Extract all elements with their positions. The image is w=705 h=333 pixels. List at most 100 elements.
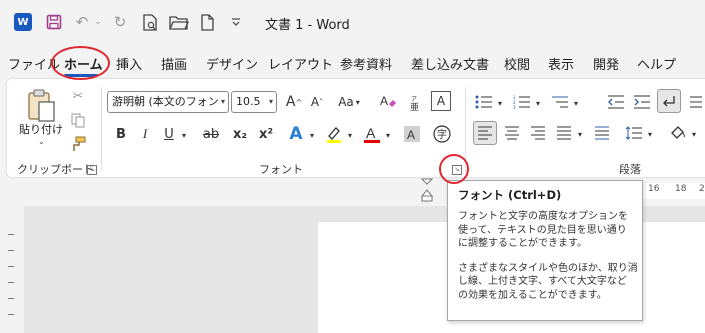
line-spacing-icon[interactable] xyxy=(623,122,645,144)
tab-review[interactable]: 校閲 xyxy=(504,54,530,73)
decrease-indent-icon[interactable] xyxy=(605,91,627,113)
numbering-icon[interactable]: 123 xyxy=(511,91,533,113)
justify-icon[interactable] xyxy=(553,122,575,144)
paste-dropdown-icon[interactable]: ⌄ xyxy=(38,137,45,146)
undo-icon[interactable]: ↶ xyxy=(72,12,92,32)
format-painter-icon[interactable] xyxy=(69,135,87,153)
svg-text:3: 3 xyxy=(513,105,516,109)
svg-text:A: A xyxy=(380,94,388,108)
open-folder-icon[interactable] xyxy=(168,12,190,32)
tab-references[interactable]: 参考資料 xyxy=(340,54,392,73)
tooltip-text: の効果を加えることができます。 xyxy=(458,289,607,301)
ruler-number: 16 xyxy=(648,184,660,194)
chevron-down-icon[interactable]: ▾ xyxy=(179,125,189,145)
chevron-down-icon[interactable]: ▾ xyxy=(307,125,317,145)
font-color-icon[interactable]: A xyxy=(361,123,383,145)
text-effects-icon[interactable]: A xyxy=(285,123,307,145)
chevron-down-icon: ▾ xyxy=(355,97,360,107)
underline-button[interactable]: U xyxy=(159,123,179,145)
superscript-button[interactable]: x² xyxy=(255,123,277,145)
ruler-tick xyxy=(8,234,14,235)
bullets-icon[interactable] xyxy=(473,91,495,113)
ruler-number: 18 xyxy=(675,184,687,194)
svg-text:A: A xyxy=(407,128,415,142)
shrink-font-icon[interactable]: Aˇ xyxy=(306,91,328,113)
tab-mailings[interactable]: 差し込み文書 xyxy=(411,54,489,73)
title-bar: W ↶ ⌄ ↻ 文書 1 - Word xyxy=(0,0,705,44)
tab-view[interactable]: 表示 xyxy=(548,54,574,73)
tooltip-text: に調整することができます。 xyxy=(458,238,587,249)
font-size-select[interactable]: 10.5 ▾ xyxy=(231,91,277,113)
chevron-down-icon: ▾ xyxy=(220,97,225,106)
align-right-icon[interactable] xyxy=(527,122,549,144)
tooltip-text: さまざまなスタイルや色のほか、取り消 xyxy=(458,262,638,274)
chevron-down-icon[interactable]: ▾ xyxy=(575,124,585,144)
group-separator xyxy=(101,87,102,171)
clipboard-group-label: クリップボード xyxy=(17,163,94,176)
tab-insert[interactable]: 挿入 xyxy=(116,54,142,73)
align-center-icon[interactable] xyxy=(501,122,523,144)
indent-marker-icon[interactable] xyxy=(420,178,434,202)
chevron-down-icon[interactable]: ▾ xyxy=(571,93,581,113)
word-logo-icon: W xyxy=(14,13,32,31)
redo-icon[interactable]: ↻ xyxy=(110,12,130,32)
clipboard-launcher-icon[interactable]: ↘ xyxy=(87,165,97,175)
paste-icon[interactable] xyxy=(21,85,61,125)
font-group-label: フォント xyxy=(259,163,303,176)
tab-developer[interactable]: 開発 xyxy=(593,54,619,73)
font-name-select[interactable]: 游明朝 (本文のフォン ▾ xyxy=(107,91,229,113)
tab-help[interactable]: ヘルプ xyxy=(637,54,676,73)
ruler-tick xyxy=(8,298,14,299)
svg-text:字: 字 xyxy=(437,128,447,141)
annotation-circle-font-launcher xyxy=(439,154,469,184)
tab-draw[interactable]: 描画 xyxy=(161,54,187,73)
customize-qat-icon[interactable] xyxy=(228,12,244,32)
change-case-button[interactable]: Aa ▾ xyxy=(334,91,364,113)
font-size-value: 10.5 xyxy=(236,95,261,108)
copy-icon[interactable] xyxy=(69,111,87,129)
new-document-icon[interactable] xyxy=(198,12,216,32)
ribbon: 貼り付け ⌄ ✂ クリップボード ↘ 游明朝 (本文のフォン ▾ 10.5 ▾ … xyxy=(6,78,705,178)
chevron-down-icon[interactable]: ▾ xyxy=(689,124,699,144)
save-icon[interactable] xyxy=(44,12,64,32)
tab-layout[interactable]: レイアウト xyxy=(268,54,333,73)
chevron-down-icon: ▾ xyxy=(268,97,273,106)
align-left-icon[interactable] xyxy=(473,121,497,145)
chevron-down-icon[interactable]: ▾ xyxy=(645,124,655,144)
enclose-character-icon[interactable]: 字 xyxy=(431,123,453,145)
paste-label[interactable]: 貼り付け xyxy=(19,121,63,137)
tooltip-title: フォント (Ctrl+D) xyxy=(458,188,562,202)
bold-button[interactable]: B xyxy=(111,123,131,145)
chevron-down-icon[interactable]: ▾ xyxy=(533,93,543,113)
chevron-down-icon[interactable]: ▾ xyxy=(345,125,355,145)
chevron-down-icon[interactable]: ▾ xyxy=(383,125,393,145)
ruler-tick xyxy=(8,250,14,251)
tab-design[interactable]: デザイン xyxy=(206,54,258,73)
ruler-tick xyxy=(8,266,14,267)
svg-text:ア: ア xyxy=(411,96,417,103)
highlight-color-icon[interactable] xyxy=(323,123,345,145)
cut-icon[interactable]: ✂ xyxy=(69,87,87,105)
chevron-down-icon[interactable]: ▾ xyxy=(495,93,505,113)
character-shading-icon[interactable]: A xyxy=(401,123,423,145)
ruler-number: 20 xyxy=(699,184,705,194)
clear-formatting-icon[interactable]: A xyxy=(377,91,399,113)
strikethrough-button[interactable]: ab xyxy=(199,123,223,145)
ruler-tick xyxy=(8,314,14,315)
multilevel-list-icon[interactable] xyxy=(549,91,571,113)
svg-text:亜: 亜 xyxy=(410,102,419,111)
italic-button[interactable]: I xyxy=(135,123,155,145)
sort-icon[interactable] xyxy=(687,91,705,113)
undo-dropdown-icon[interactable]: ⌄ xyxy=(93,12,103,32)
print-preview-icon[interactable] xyxy=(140,12,160,32)
shading-icon[interactable] xyxy=(667,122,689,144)
change-case-label: Aa xyxy=(338,95,354,109)
distributed-icon[interactable] xyxy=(591,122,613,144)
grow-font-icon[interactable]: A ^ xyxy=(283,91,305,113)
show-formatting-marks-icon[interactable] xyxy=(657,89,681,113)
tooltip-text: フォントと文字の高度なオプションを xyxy=(458,211,628,222)
subscript-button[interactable]: x₂ xyxy=(229,123,251,145)
increase-indent-icon[interactable] xyxy=(631,91,653,113)
character-border-icon[interactable]: A xyxy=(431,91,451,111)
phonetic-guide-icon[interactable]: ア亜 xyxy=(405,91,427,113)
